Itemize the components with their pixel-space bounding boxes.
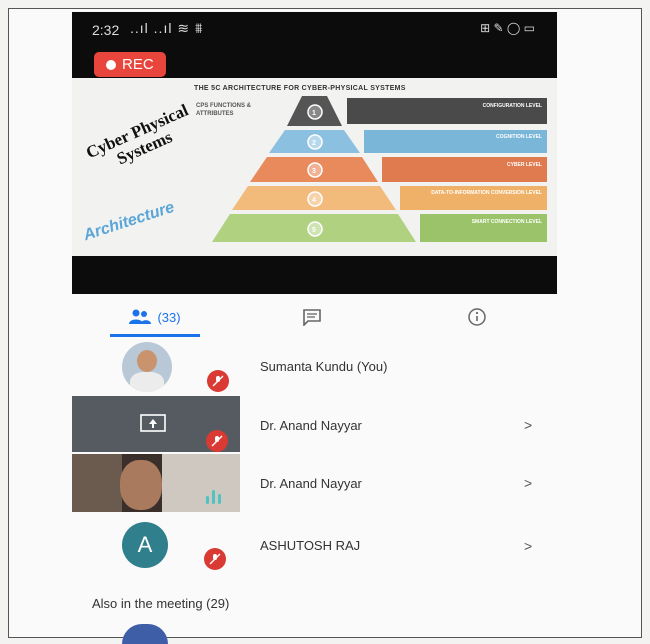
status-bar: 2:32 ..ıl ..ıl ≋ ⩩ ⊞ ✎ ◯ ▭: [72, 12, 557, 48]
tab-people[interactable]: (33): [110, 300, 200, 337]
info-icon: [468, 308, 486, 326]
level-num-5: 5: [312, 227, 316, 234]
level-label-3: CYBER LEVEL: [507, 162, 542, 168]
participant-name: ASHUTOSH RAJ: [260, 538, 361, 553]
level-num-3: 3: [312, 168, 316, 175]
level-label-1: CONFIGURATION LEVEL: [483, 103, 542, 109]
shared-video[interactable]: 2:32 ..ıl ..ıl ≋ ⩩ ⊞ ✎ ◯ ▭ REC THE 5C AR…: [72, 12, 557, 294]
level-bar-1: [347, 98, 547, 124]
tab-info[interactable]: [457, 300, 497, 334]
participant-row[interactable]: Sumanta Kundu (You): [72, 340, 557, 394]
present-screen-icon: [140, 414, 166, 432]
meeting-tabs: (33): [72, 300, 557, 337]
level-label-2: COGNITION LEVEL: [496, 134, 542, 140]
pyramid-diagram: 1 2 3 4 5 CONFIGURATION LEVEL COGNITION …: [212, 96, 547, 242]
chevron-right-icon: >: [524, 538, 533, 554]
people-count: (33): [157, 309, 181, 325]
recording-badge: REC: [94, 52, 166, 77]
chevron-right-icon: >: [524, 417, 533, 433]
speaking-indicator-icon: [206, 490, 221, 504]
participant-row[interactable]: Dr. Anand Nayyar >: [72, 454, 557, 512]
tab-chat[interactable]: [292, 300, 332, 334]
participant-row[interactable]: Dr. Anand Nayyar >: [72, 396, 557, 452]
level-num-1: 1: [312, 110, 316, 117]
level-bar-3: [382, 157, 547, 182]
mic-off-icon: [206, 430, 228, 452]
avatar: [122, 342, 172, 392]
participant-name: Dr. Anand Nayyar: [260, 418, 362, 433]
people-icon: [129, 309, 152, 324]
mic-off-icon: [204, 548, 226, 570]
level-label-5: SMART CONNECTION LEVEL: [472, 219, 542, 225]
status-icons: ⊞ ✎ ◯ ▭: [480, 21, 535, 35]
also-in-meeting-heading: Also in the meeting (29): [92, 596, 230, 611]
presentation-slide: THE 5C ARCHITECTURE FOR CYBER-PHYSICAL S…: [72, 78, 557, 256]
participant-video: [72, 454, 240, 512]
mic-off-icon: [207, 370, 229, 392]
signal-icon: ..ıl ..ıl ≋ ⩩: [130, 20, 204, 36]
participant-name: Dr. Anand Nayyar: [260, 476, 362, 491]
chevron-right-icon: >: [524, 475, 533, 491]
participant-name: Sumanta Kundu (You): [260, 359, 388, 374]
avatar-initial: A: [137, 532, 153, 557]
level-num-4: 4: [312, 197, 316, 204]
recording-label: REC: [122, 56, 154, 73]
chat-icon: [303, 309, 321, 326]
status-time: 2:32: [92, 22, 120, 38]
avatar: A: [122, 522, 168, 568]
record-dot-icon: [106, 60, 116, 71]
level-label-4: DATA-TO-INFORMATION CONVERSION LEVEL: [431, 190, 542, 196]
participant-row[interactable]: A ASHUTOSH RAJ >: [72, 520, 557, 572]
level-num-2: 2: [312, 140, 316, 147]
screen-share-tile: [72, 396, 240, 452]
